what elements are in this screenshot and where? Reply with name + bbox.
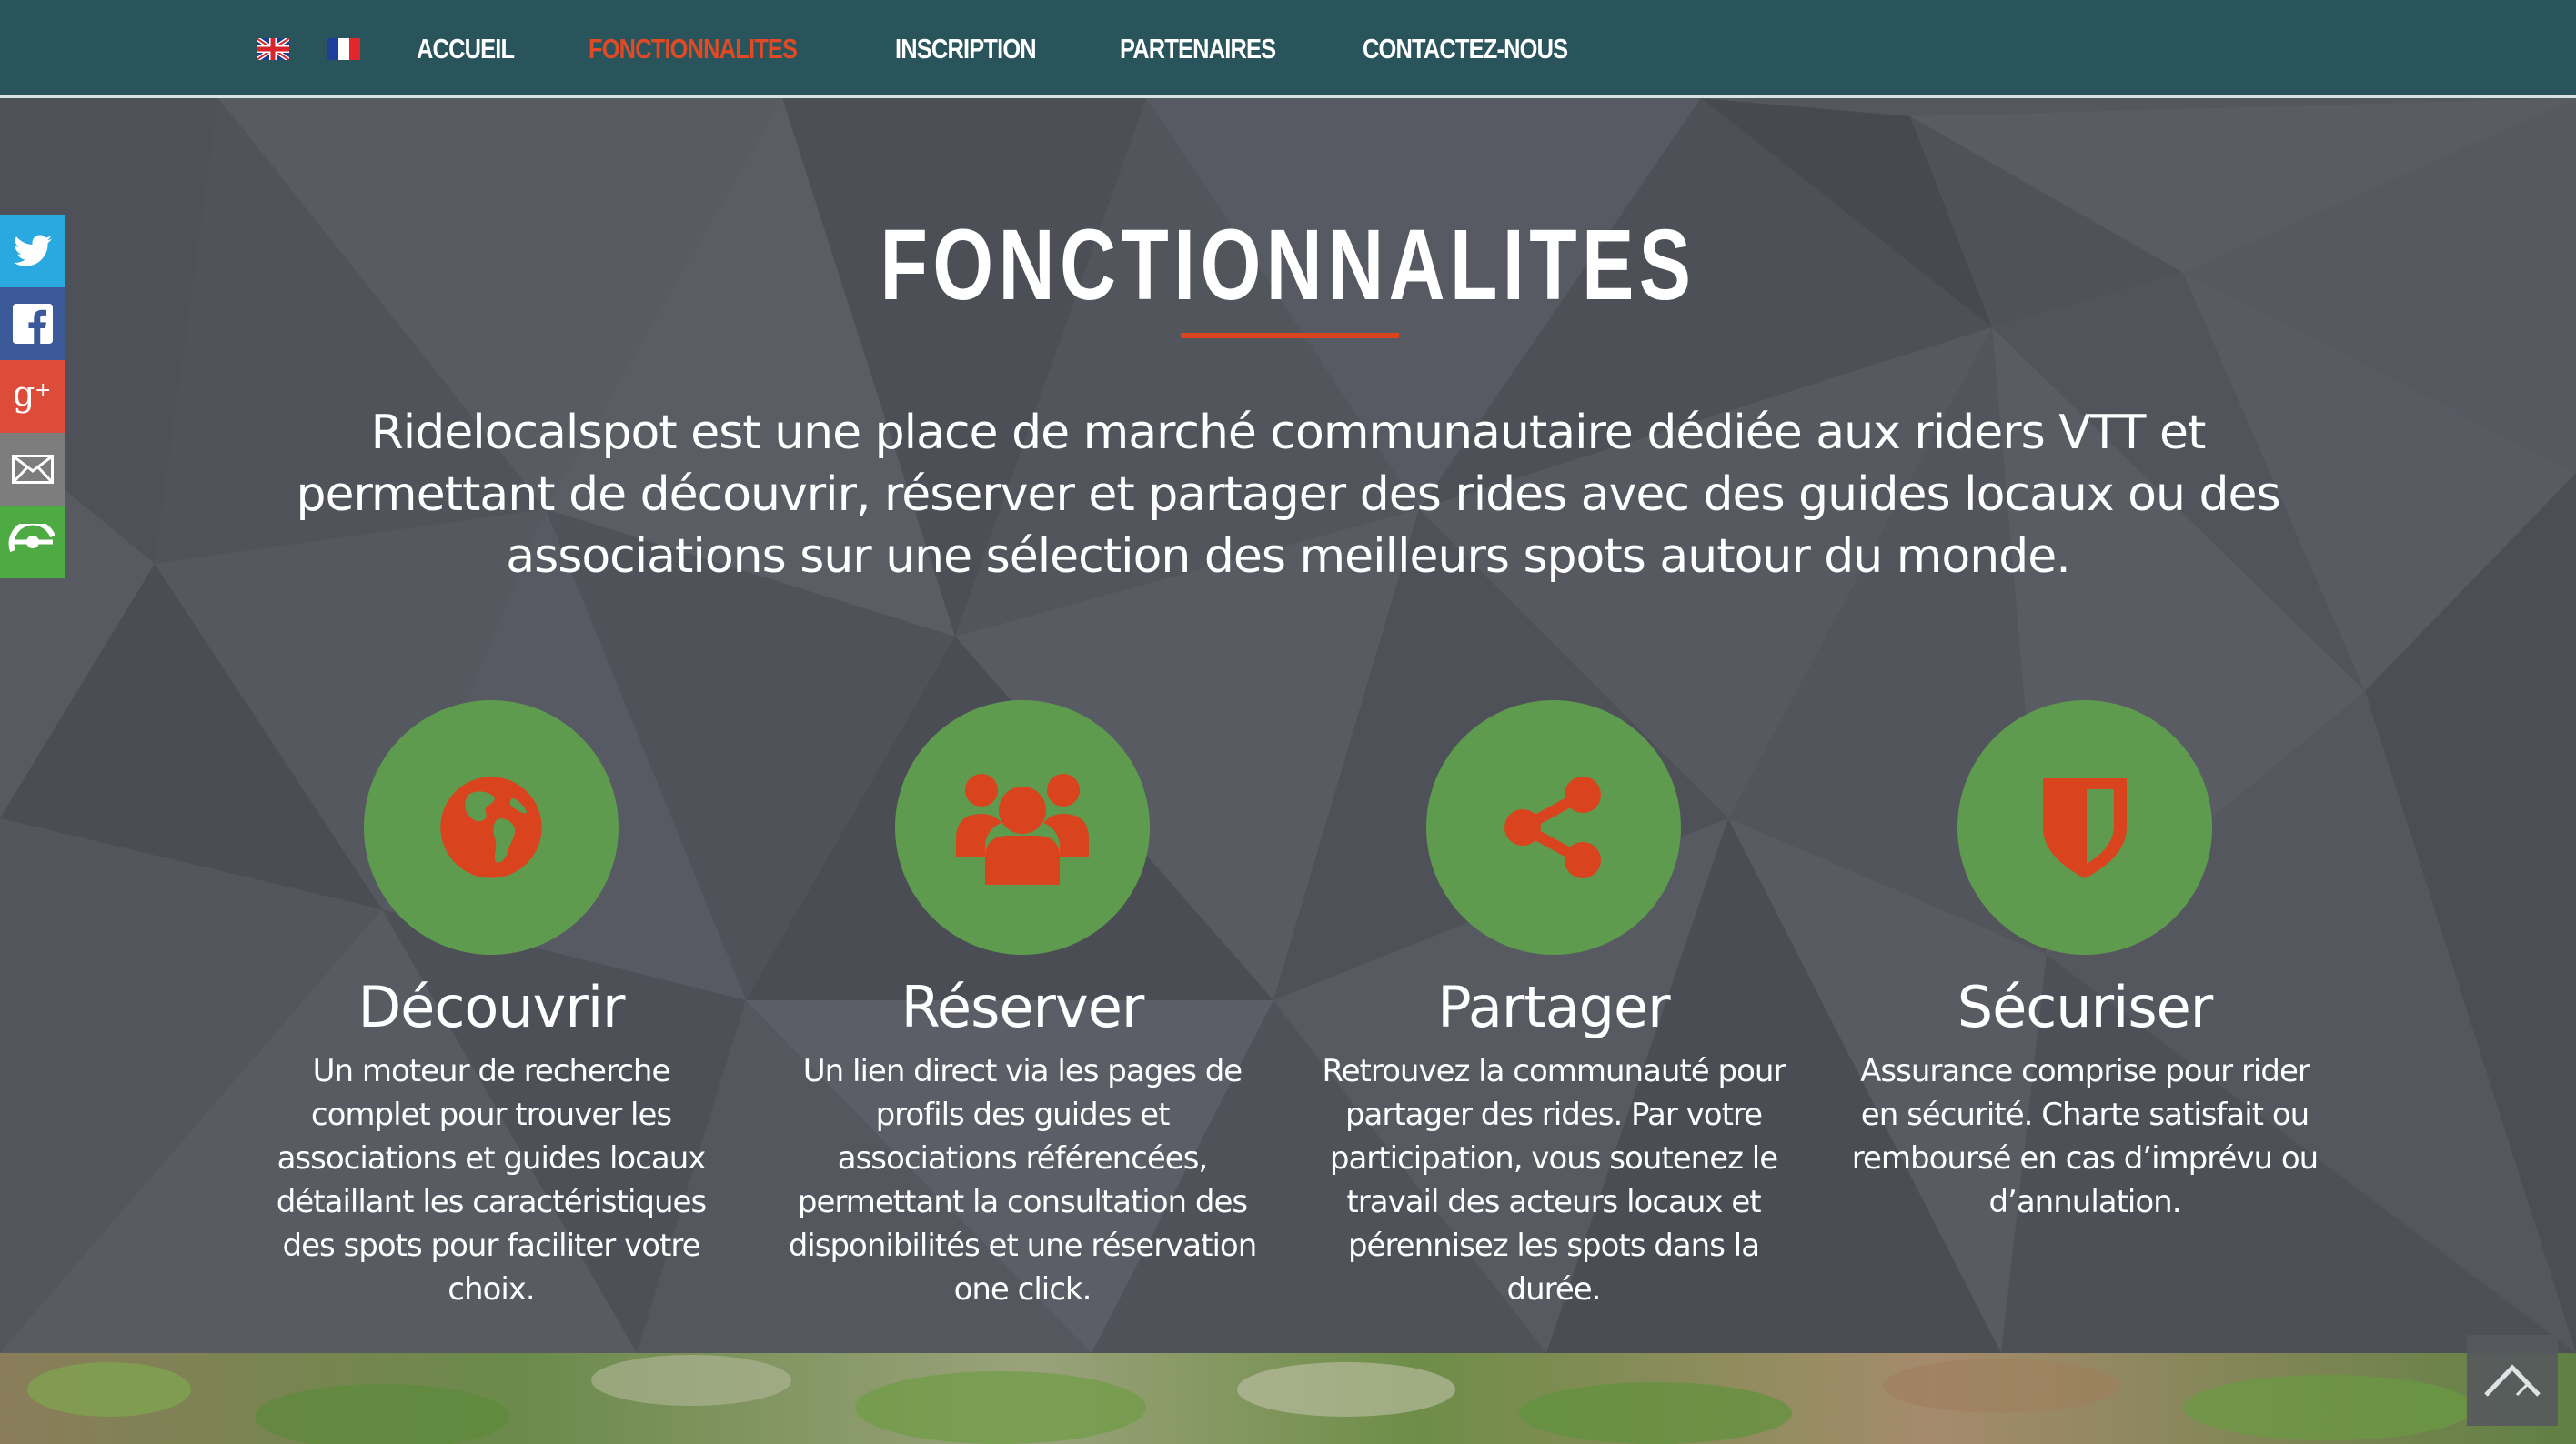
feature-title: Découvrir [357, 974, 625, 1040]
back-to-top-button[interactable] [2467, 1335, 2558, 1426]
google-plus-share-button[interactable]: g + [0, 360, 65, 433]
uk-flag-icon[interactable] [257, 38, 289, 60]
section-title-text: FONCTIONNALITES [880, 209, 1696, 321]
svg-text:+: + [35, 379, 51, 402]
page: ACCUEIL FONCTIONNALITES INSCRIPTION PART… [0, 0, 2576, 1444]
nav-link-contactez-nous[interactable]: CONTACTEZ-NOUS [1363, 33, 1568, 65]
feature-description: Retrouvez la communauté pour partager de… [1322, 1053, 1786, 1308]
section-title: FONCTIONNALITES [0, 211, 2576, 320]
share-icon [8, 524, 55, 553]
feature-icon-circle [895, 700, 1150, 955]
feature-description: Assurance comprise pour rider en sécurit… [1851, 1053, 2319, 1220]
top-navigation: ACCUEIL FONCTIONNALITES INSCRIPTION PART… [0, 0, 2576, 98]
nav-link-partenaires[interactable]: PARTENAIRES [1120, 33, 1276, 65]
feature-title: Réserver [901, 974, 1145, 1040]
feature-title: Partager [1437, 974, 1670, 1040]
feature-icon-circle [1426, 700, 1681, 955]
share-nodes-icon [1504, 777, 1601, 878]
chevron-up-icon [2484, 1364, 2541, 1397]
google-plus-icon: g + [13, 376, 51, 414]
nav-link-fonctionnalites[interactable]: FONCTIONNALITES [589, 33, 798, 65]
feature-decouvrir: Découvrir Un moteur de recherche complet… [255, 700, 728, 1311]
nav-inner: ACCUEIL FONCTIONNALITES INSCRIPTION PART… [257, 0, 1665, 98]
title-underline [1181, 333, 1399, 338]
nav-link-accueil[interactable]: ACCUEIL [417, 33, 515, 65]
feature-partager: Partager Retrouvez la communauté pour pa… [1317, 700, 1790, 1311]
feature-description: Un lien direct via les pages de profils … [788, 1053, 1258, 1308]
nav-link-inscription[interactable]: INSCRIPTION [895, 33, 1037, 65]
feature-reserver: Réserver Un lien direct via les pages de… [786, 700, 1259, 1311]
feature-title: Sécuriser [1957, 974, 2214, 1040]
france-flag-icon[interactable] [327, 38, 360, 60]
email-share-button[interactable] [0, 433, 65, 506]
feature-icon-circle [364, 700, 619, 955]
share-more-button[interactable] [0, 506, 65, 578]
feature-description: Un moteur de recherche complet pour trou… [276, 1053, 707, 1308]
feature-securiser: Sécuriser Assurance comprise pour rider … [1848, 700, 2321, 1224]
forest-background-image [0, 1353, 2576, 1444]
intro-paragraph: Ridelocalspot est une place de marché co… [296, 406, 2280, 584]
email-icon [12, 455, 54, 484]
users-icon [956, 774, 1089, 885]
feature-icon-circle [1957, 700, 2212, 955]
svg-text:g: g [13, 376, 35, 414]
shield-icon [2043, 778, 2127, 878]
globe-icon [440, 777, 542, 878]
